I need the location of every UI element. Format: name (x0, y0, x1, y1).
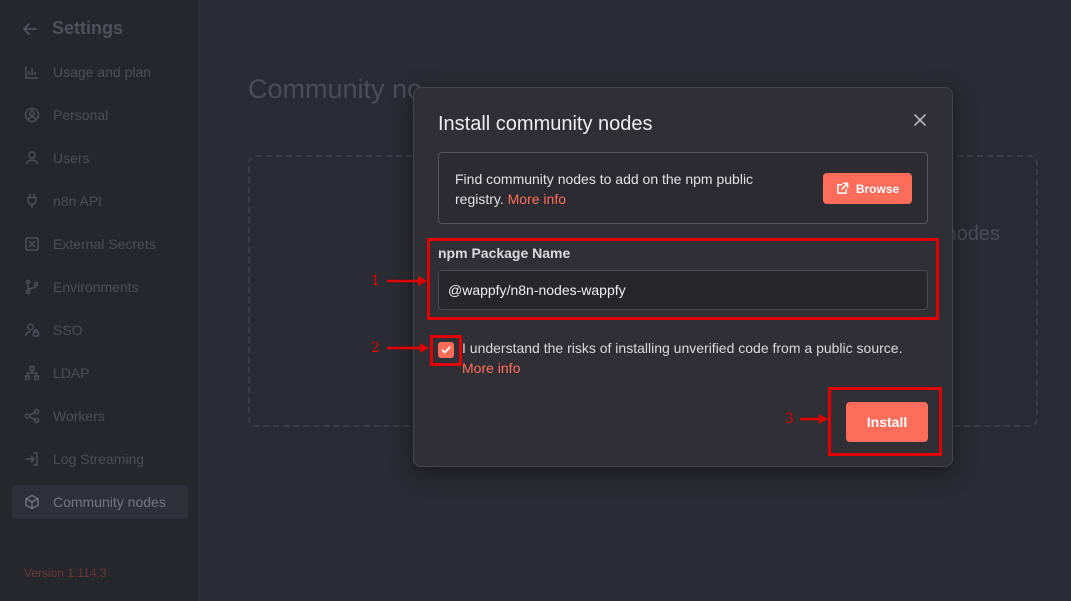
settings-sidebar: Settings Usage and plan Personal Users n… (0, 0, 200, 601)
workers-icon (24, 408, 40, 424)
annotation-box-install (828, 387, 942, 456)
modal-title: Install community nodes (438, 113, 653, 135)
sidebar-item-label: n8n API (53, 193, 103, 209)
info-text: Find community nodes to add on the npm p… (455, 169, 800, 209)
annotation-number-3: 3 (785, 411, 794, 427)
sidebar-item-label: Users (53, 150, 90, 166)
chart-bar-icon (25, 66, 38, 79)
browse-button[interactable]: Browse (823, 173, 912, 204)
sidebar-item-external-secrets[interactable]: External Secrets (12, 227, 188, 261)
sidebar-item-community-nodes[interactable]: Community nodes (12, 485, 188, 519)
sidebar-item-workers[interactable]: Workers (12, 399, 188, 433)
sidebar-item-label: Usage and plan (53, 64, 152, 80)
sidebar-item-label: SSO (53, 322, 83, 338)
sidebar-item-label: Community nodes (53, 494, 166, 510)
user-icon (25, 151, 39, 165)
sidebar-item-label: Environments (53, 279, 139, 295)
close-button[interactable] (910, 110, 930, 130)
page-title: Community no (248, 74, 423, 104)
info-more-info-link[interactable]: More info (508, 191, 566, 207)
info-description: Find community nodes to add on the npm p… (455, 171, 754, 207)
sign-in-icon (25, 452, 38, 466)
user-lock-icon (24, 323, 40, 337)
sidebar-item-label: Personal (53, 107, 109, 123)
close-icon (914, 114, 926, 126)
risk-checkbox-label[interactable]: I understand the risks of installing unv… (462, 340, 932, 356)
annotation-arrow-2 (387, 343, 429, 353)
annotation-box-checkbox (430, 335, 462, 366)
sidebar-title: Settings (52, 18, 124, 38)
user-circle-icon (24, 107, 40, 123)
annotation-number-1: 1 (371, 273, 380, 289)
sidebar-header: Settings (22, 18, 123, 39)
sidebar-item-log-streaming[interactable]: Log Streaming (12, 442, 188, 476)
sidebar-item-usage-and-plan[interactable]: Usage and plan (12, 55, 188, 89)
annotation-arrow-3 (800, 414, 828, 424)
branch-icon (25, 279, 39, 295)
sidebar-item-n8n-api[interactable]: n8n API (12, 184, 188, 218)
sidebar-item-sso[interactable]: SSO (12, 313, 188, 347)
version-label: Version 1.114.3 (24, 566, 107, 580)
plug-icon (27, 193, 37, 209)
cube-icon (25, 494, 39, 510)
sidebar-item-users[interactable]: Users (12, 141, 188, 175)
network-icon (24, 365, 40, 381)
sidebar-item-ldap[interactable]: LDAP (12, 356, 188, 390)
sidebar-item-personal[interactable]: Personal (12, 98, 188, 132)
annotation-arrow-1 (387, 276, 427, 286)
sidebar-item-label: Workers (53, 408, 105, 424)
risk-more-info-link[interactable]: More info (462, 360, 520, 376)
sidebar-item-label: Log Streaming (53, 451, 145, 467)
sidebar-nav: Usage and plan Personal Users n8n API Ex… (12, 55, 188, 528)
vault-icon (25, 237, 39, 251)
sidebar-item-environments[interactable]: Environments (12, 270, 188, 304)
browse-label: Browse (855, 181, 900, 196)
info-box: Find community nodes to add on the npm p… (438, 152, 928, 224)
sidebar-item-label: External Secrets (53, 236, 156, 252)
annotation-box-package-field (427, 238, 939, 320)
annotation-number-2: 2 (371, 340, 380, 356)
external-link-icon (836, 182, 849, 194)
arrow-left-icon[interactable] (22, 21, 38, 37)
sidebar-item-label: LDAP (53, 365, 90, 381)
